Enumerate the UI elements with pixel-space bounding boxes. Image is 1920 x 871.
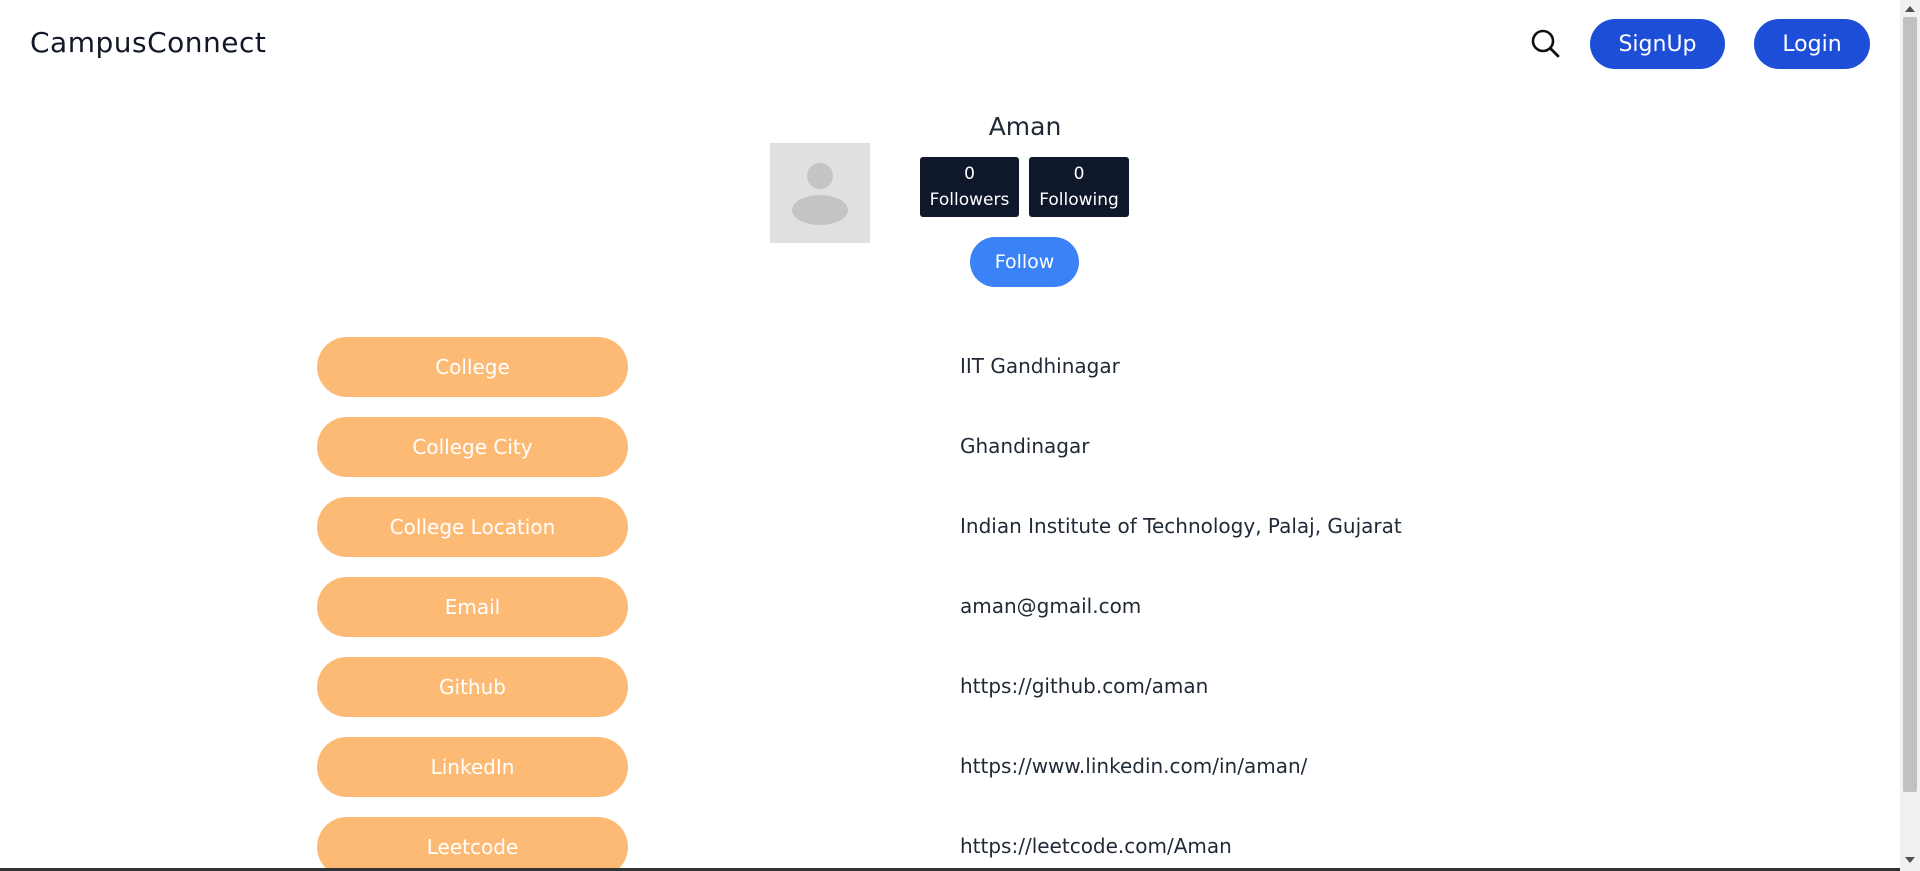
vertical-scrollbar[interactable] (1900, 0, 1920, 871)
detail-label: Leetcode (317, 817, 628, 871)
user-placeholder-icon (770, 143, 870, 243)
followers-stat[interactable]: 0 Followers (920, 157, 1019, 217)
detail-value: IIT Gandhinagar (960, 354, 1120, 378)
scroll-down-arrow-icon[interactable] (1905, 857, 1915, 863)
detail-value: Indian Institute of Technology, Palaj, G… (960, 514, 1402, 538)
brand-logo[interactable]: CampusConnect (30, 26, 266, 59)
detail-row-leetcode: Leetcode https://leetcode.com/Aman (0, 817, 1900, 871)
detail-value: https://www.linkedin.com/in/aman/ (960, 754, 1308, 778)
detail-row-college-location: College Location Indian Institute of Tec… (0, 497, 1900, 577)
detail-label: LinkedIn (317, 737, 628, 797)
detail-label: College Location (317, 497, 628, 557)
detail-label: College (317, 337, 628, 397)
detail-value: Ghandinagar (960, 434, 1090, 458)
detail-value: aman@gmail.com (960, 594, 1142, 618)
search-icon (1531, 29, 1560, 58)
detail-value: https://leetcode.com/Aman (960, 834, 1232, 858)
following-stat[interactable]: 0 Following (1029, 157, 1129, 217)
scroll-up-arrow-icon[interactable] (1905, 6, 1915, 12)
profile-name: Aman (988, 112, 1062, 141)
detail-value: https://github.com/aman (960, 674, 1209, 698)
signup-button[interactable]: SignUp (1590, 19, 1725, 69)
login-button[interactable]: Login (1754, 19, 1870, 69)
detail-row-email: Email aman@gmail.com (0, 577, 1900, 657)
detail-label: College City (317, 417, 628, 477)
detail-row-linkedin: LinkedIn https://www.linkedin.com/in/ama… (0, 737, 1900, 817)
profile-page: CampusConnect SignUp Login Aman 0 Follow… (0, 0, 1900, 871)
search-button[interactable] (1528, 26, 1562, 60)
top-navbar: CampusConnect SignUp Login (0, 0, 1900, 88)
detail-label: Github (317, 657, 628, 717)
detail-row-college-city: College City Ghandinagar (0, 417, 1900, 497)
detail-row-github: Github https://github.com/aman (0, 657, 1900, 737)
avatar (770, 143, 870, 243)
following-count: 0 (1073, 164, 1085, 184)
followers-label: Followers (929, 190, 1010, 210)
detail-row-college: College IIT Gandhinagar (0, 337, 1900, 417)
follow-button[interactable]: Follow (970, 237, 1079, 287)
scroll-thumb[interactable] (1903, 17, 1917, 792)
following-label: Following (1039, 190, 1119, 210)
followers-count: 0 (964, 164, 975, 184)
detail-label: Email (317, 577, 628, 637)
profile-details: College IIT Gandhinagar College City Gha… (0, 337, 1900, 871)
